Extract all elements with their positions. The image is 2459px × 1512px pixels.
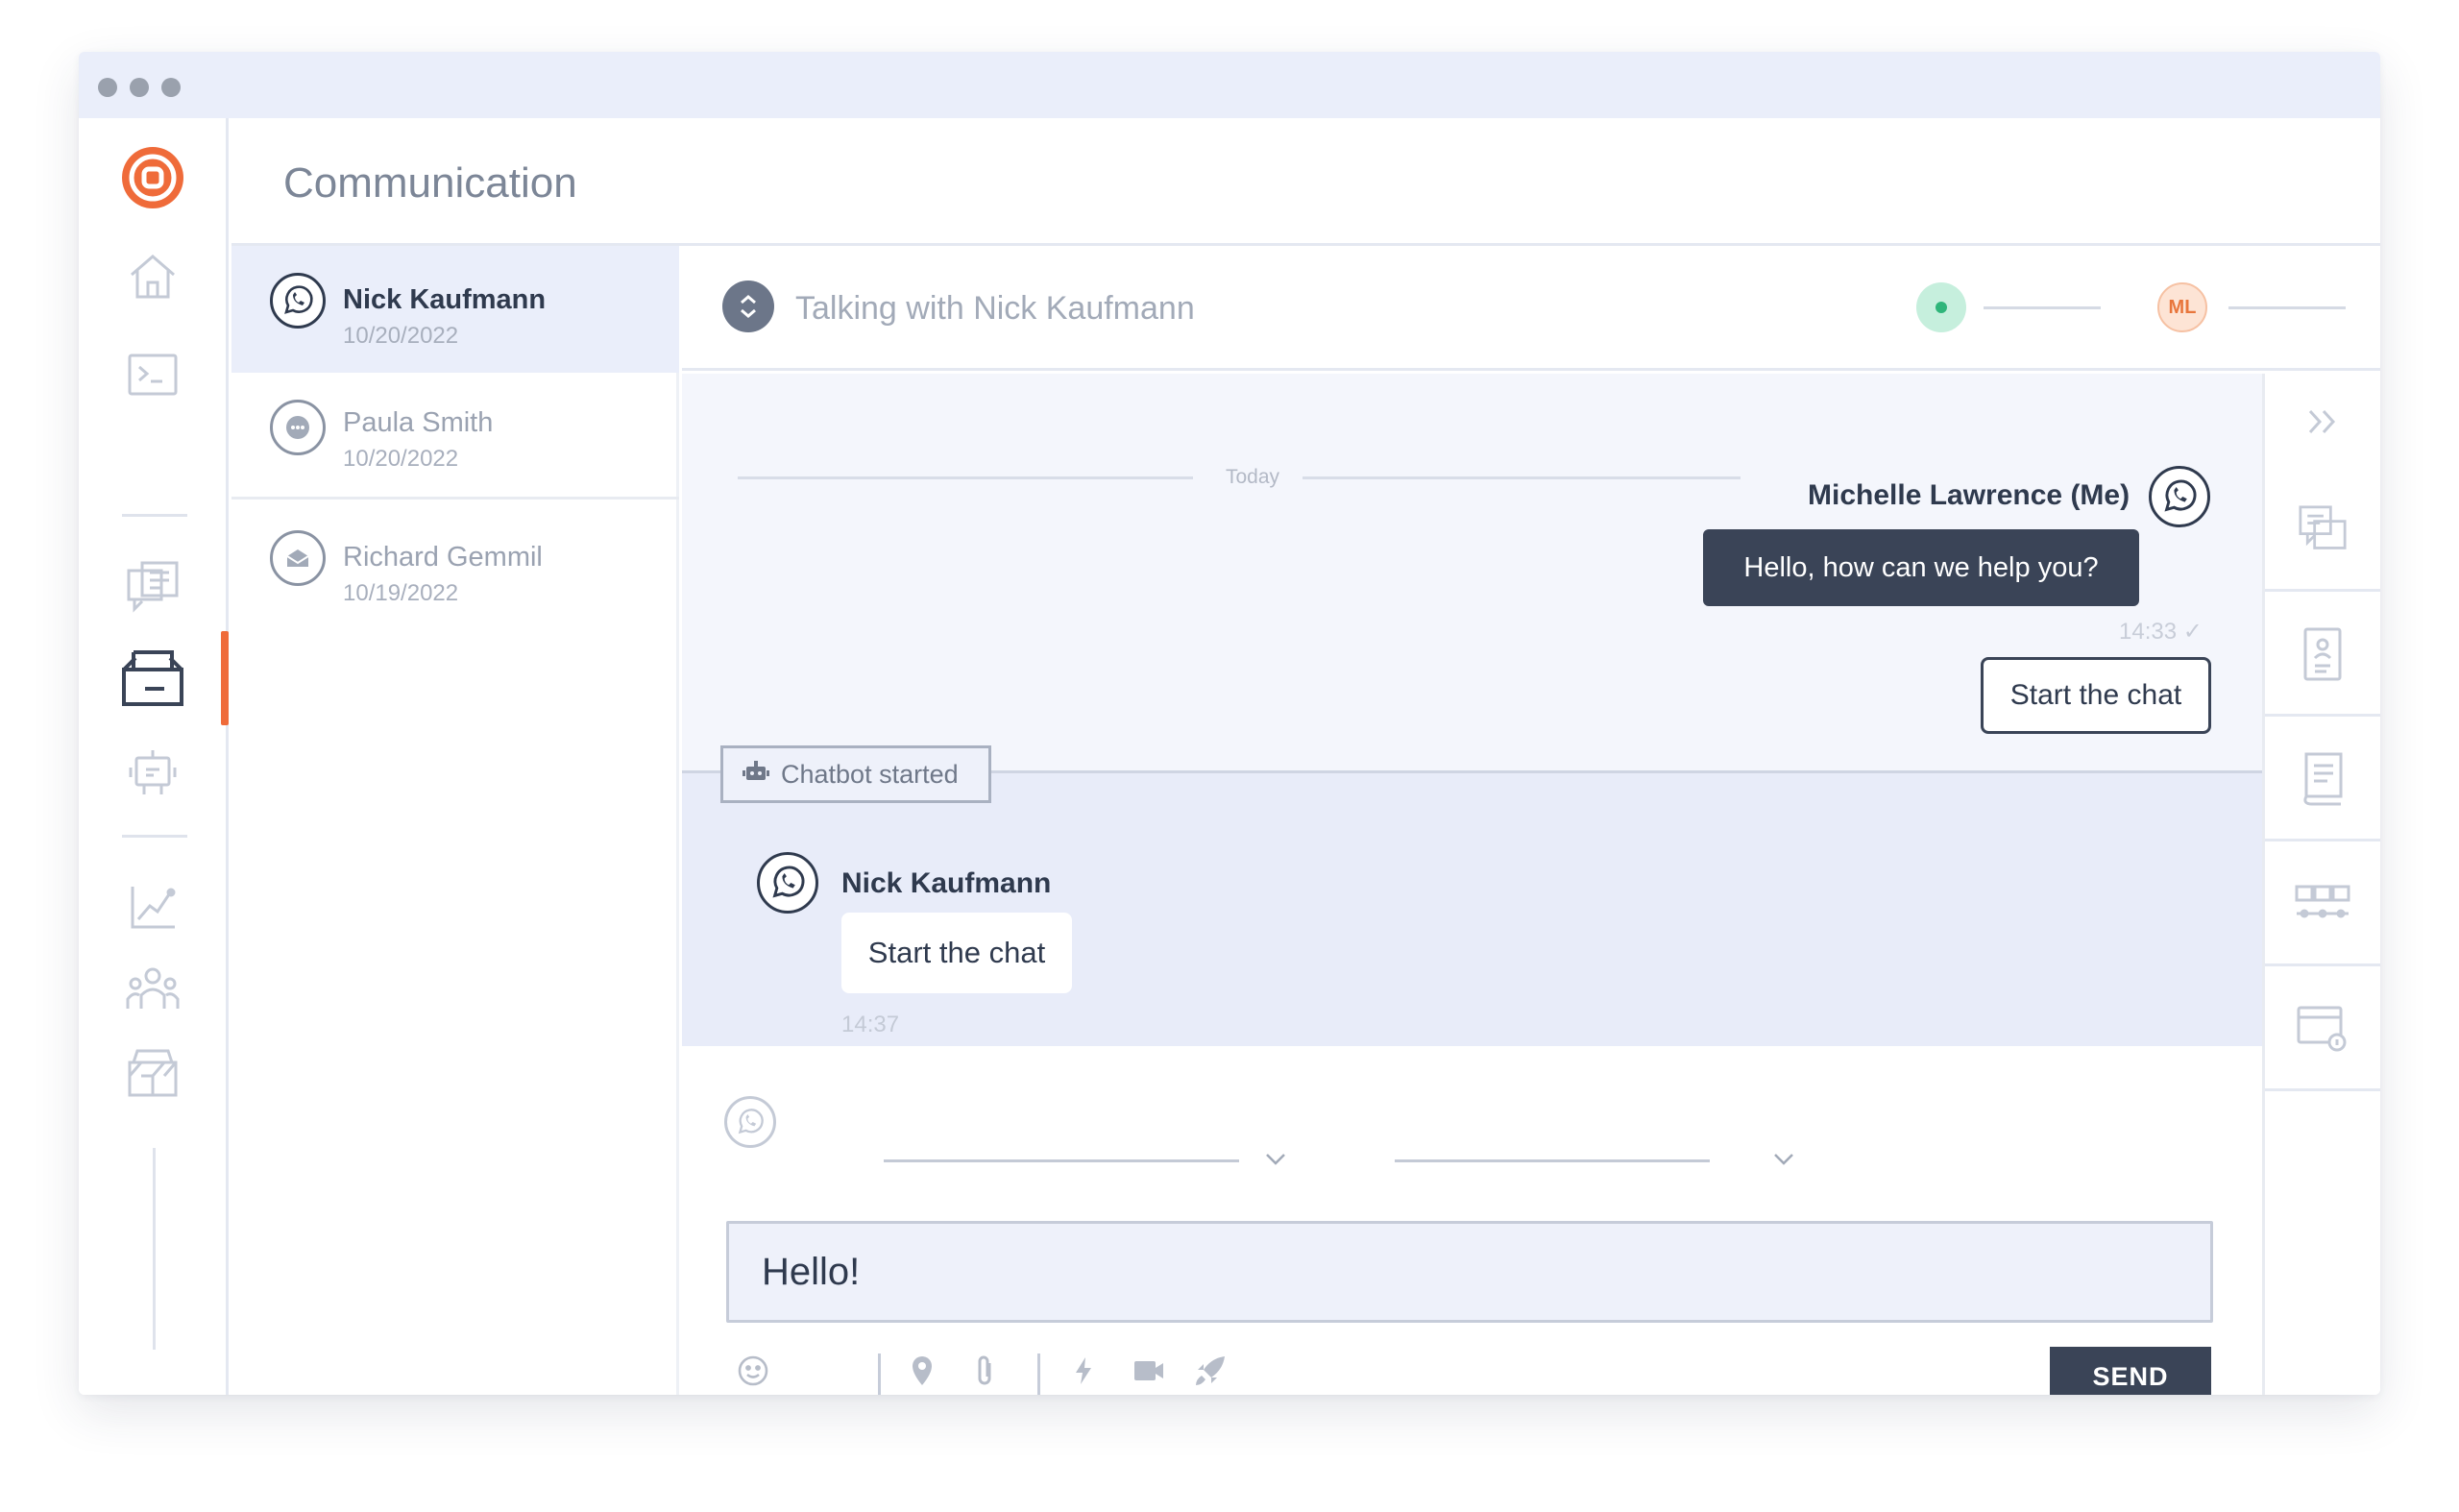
team-icon[interactable] (121, 958, 184, 1021)
conversation-date: 10/19/2022 (343, 580, 459, 606)
whatsapp-icon (2149, 466, 2210, 527)
message-bubble-incoming: Start the chat (841, 913, 1072, 993)
window-dot-minimize[interactable] (130, 78, 149, 97)
header-placeholder-line (1984, 306, 2101, 309)
switch-conversation-icon[interactable] (722, 280, 774, 332)
rail-divider (122, 835, 187, 838)
message-input[interactable] (726, 1221, 2213, 1323)
rail-scrollbar[interactable] (153, 1148, 156, 1350)
contact-card-icon[interactable] (2265, 595, 2380, 717)
window-titlebar (79, 52, 2380, 118)
conversation-icon[interactable] (2265, 470, 2380, 592)
rail-active-indicator (221, 631, 229, 725)
chevron-down-icon[interactable] (1770, 1146, 1797, 1173)
conversation-date: 10/20/2022 (343, 323, 459, 349)
channel-whatsapp-icon[interactable] (724, 1096, 776, 1148)
online-status-indicator (1916, 282, 1966, 332)
start-chat-button[interactable]: Start the chat (1981, 657, 2211, 734)
conversation-name: Nick Kaufmann (343, 284, 547, 315)
date-divider-label: Today (1226, 466, 1280, 488)
conversation-name: Richard Gemmil (343, 542, 543, 573)
chevron-down-icon[interactable] (1262, 1146, 1289, 1173)
home-icon[interactable] (121, 245, 184, 308)
toolbar-divider (878, 1353, 881, 1395)
rocket-icon[interactable] (1191, 1352, 1230, 1390)
chat-header: Talking with Nick Kaufmann ML (682, 246, 2380, 371)
conversation-list: Nick Kaufmann 10/20/2022 Paula Smith 10/… (231, 246, 679, 1395)
inbox-icon[interactable] (121, 646, 184, 710)
location-icon[interactable] (903, 1352, 941, 1390)
robot-icon (743, 759, 769, 791)
emoji-icon[interactable] (734, 1352, 772, 1390)
send-button[interactable]: SEND (2050, 1347, 2211, 1395)
bot-icon[interactable] (121, 741, 184, 804)
attachment-icon[interactable] (965, 1352, 1004, 1390)
collapse-icon[interactable] (2265, 374, 2380, 470)
chatbot-started-label: Chatbot started (781, 759, 959, 789)
conversation-date: 10/20/2022 (343, 446, 459, 472)
channel-select[interactable] (884, 1159, 1239, 1162)
toolbar-divider (1037, 1353, 1040, 1395)
chatbot-section: Chatbot started Nick Kaufmann Start the … (682, 745, 2262, 1046)
email-icon (270, 530, 326, 586)
conversation-item[interactable]: Paula Smith 10/20/2022 (231, 373, 679, 500)
message-bubble-outgoing: Hello, how can we help you? (1703, 529, 2139, 606)
sender-name-me: Michelle Lawrence (Me) (1808, 479, 2130, 511)
header-placeholder-line (2228, 306, 2346, 309)
message-thread: Today Michelle Lawrence (Me) Hello, how … (682, 374, 2262, 1046)
agent-avatar[interactable]: ML (2157, 282, 2207, 332)
terminal-icon[interactable] (121, 343, 184, 406)
sender-name-customer: Nick Kaufmann (841, 867, 1052, 899)
window-dot-maximize[interactable] (161, 78, 181, 97)
message-timestamp: 14:33 ✓ (2119, 619, 2203, 645)
conversation-item[interactable]: Richard Gemmil 10/19/2022 (231, 503, 679, 630)
analytics-icon[interactable] (121, 876, 184, 939)
message-timestamp: 14:37 (841, 1012, 900, 1037)
date-divider-line (738, 476, 1193, 479)
browser-info-icon[interactable] (2265, 969, 2380, 1091)
whatsapp-icon (757, 852, 818, 914)
messages-icon[interactable] (121, 555, 184, 619)
right-sidebar (2262, 374, 2380, 1395)
conversation-item[interactable]: Nick Kaufmann 10/20/2022 (231, 246, 679, 373)
flash-icon[interactable] (1064, 1352, 1103, 1390)
templates-icon[interactable] (2265, 844, 2380, 966)
app-window: Communication Nick Kaufmann 10/20/2022 P… (79, 52, 2380, 1395)
date-divider-line (1303, 476, 1741, 479)
navigation-rail (79, 118, 229, 1395)
logo-icon[interactable] (121, 146, 184, 209)
rail-divider (122, 514, 187, 517)
page-title: Communication (283, 159, 577, 207)
video-icon[interactable] (1130, 1352, 1168, 1390)
store-icon[interactable] (121, 1040, 184, 1104)
message-composer: SEND (682, 1046, 2262, 1395)
chat-title: Talking with Nick Kaufmann (795, 290, 1195, 327)
recipient-select[interactable] (1395, 1159, 1710, 1162)
whatsapp-icon (270, 273, 326, 329)
chat-bubble-icon (270, 400, 326, 455)
chatbot-started-badge: Chatbot started (720, 745, 991, 803)
window-dot-close[interactable] (98, 78, 117, 97)
notes-icon[interactable] (2265, 719, 2380, 841)
conversation-name: Paula Smith (343, 407, 494, 438)
